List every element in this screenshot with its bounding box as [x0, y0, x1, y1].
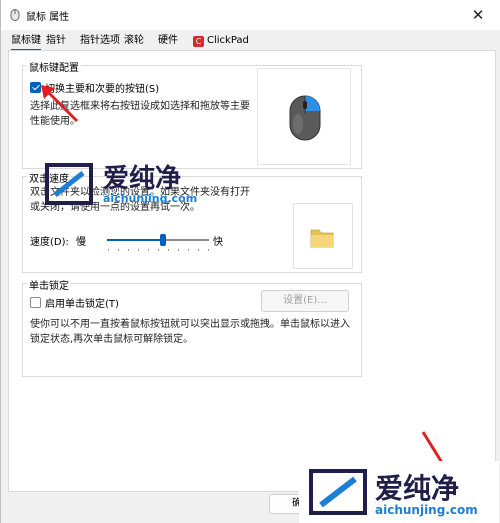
tab-pointer-options[interactable]: 指针选项: [80, 33, 120, 49]
click-lock-settings-button[interactable]: 设置(E)...: [261, 290, 349, 312]
tab-clickpad[interactable]: C ClickPad: [193, 33, 249, 49]
speed-fast-label: 快: [213, 237, 223, 248]
click-lock-title: 单击锁定: [27, 277, 71, 292]
mouse-app-icon: [10, 9, 20, 21]
mouse-properties-window: 鼠标 属性 ✕ 鼠标键 指针 指针选项 滚轮 硬件 C ClickPad 鼠标键配…: [0, 0, 500, 523]
annotation-arrow-bottom: [421, 431, 455, 480]
folder-icon: [310, 229, 334, 248]
switch-buttons-checkbox[interactable]: [30, 82, 41, 93]
tab-content-panel: 鼠标键配置 切换主要和次要的按钮(S) 选择此复选框来将右按钮设成如选择和拖放等…: [8, 50, 496, 492]
title-bar: 鼠标 属性 ✕: [1, 0, 500, 30]
clickpad-icon: C: [193, 36, 204, 47]
speed-slow-label: 慢: [76, 237, 86, 248]
folder-test-area[interactable]: [293, 203, 353, 269]
tab-hardware[interactable]: 硬件: [158, 33, 178, 49]
button-config-title: 鼠标键配置: [27, 59, 81, 74]
tab-buttons[interactable]: 鼠标键: [11, 33, 41, 51]
enable-click-lock-label[interactable]: 启用单击锁定(T): [45, 295, 119, 310]
close-button[interactable]: ✕: [455, 0, 500, 30]
ok-button[interactable]: 确定: [269, 494, 335, 514]
mouse-preview: [257, 68, 351, 165]
watermark-corner-url: aichunjing.com: [375, 503, 478, 517]
tab-clickpad-label: ClickPad: [207, 35, 249, 46]
double-click-title: 双击速度: [27, 170, 71, 185]
tab-pointers[interactable]: 指针: [46, 33, 66, 49]
speed-slider-thumb[interactable]: [160, 234, 166, 246]
speed-label: 速度(D):: [30, 237, 69, 248]
mouse-icon: [289, 95, 321, 141]
click-lock-group: 单击锁定 启用单击锁定(T) 设置(E)... 使你可以不用一直按着鼠标按钮就可…: [22, 277, 362, 377]
annotation-arrow-top: [41, 85, 79, 123]
window-title: 鼠标 属性: [26, 12, 70, 23]
double-click-group: 双击速度 双击文件夹以检测您的设置。如果文件夹没有打开或关闭，请使用一点的设置再…: [22, 170, 362, 273]
tab-bar: 鼠标键 指针 指针选项 滚轮 硬件 C ClickPad: [1, 30, 500, 51]
enable-click-lock-checkbox[interactable]: [30, 297, 41, 308]
tab-wheel[interactable]: 滚轮: [124, 33, 144, 49]
speed-slider-fill: [107, 239, 163, 241]
double-click-description: 双击文件夹以检测您的设置。如果文件夹没有打开或关闭，请使用一点的设置再试一次。: [30, 187, 250, 213]
click-lock-description: 使你可以不用一直按着鼠标按钮就可以突出显示或拖拽。单击鼠标以进入锁定状态,再次单…: [30, 319, 350, 345]
